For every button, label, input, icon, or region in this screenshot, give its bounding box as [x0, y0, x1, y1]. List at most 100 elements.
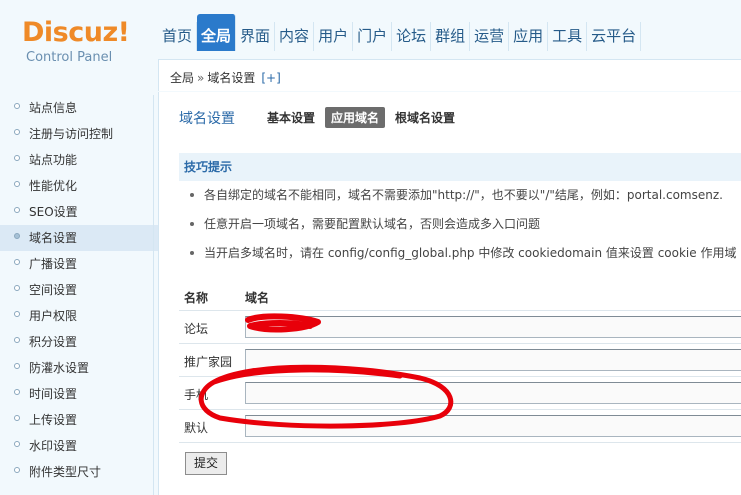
tip-text: 任意开启一项域名，需要配置默认域名，否则会造成多入口问题: [204, 217, 541, 231]
logo-text: Discuz!: [22, 17, 130, 48]
sidebar-item-watermark[interactable]: 水印设置: [0, 433, 158, 459]
sidebar-item-time[interactable]: 时间设置: [0, 381, 158, 407]
main-content: 域名设置 基本设置 应用域名 根域名设置 技巧提示 各自绑定的域名不能相同，域名…: [158, 92, 741, 495]
nav-tab-apps[interactable]: 应用: [509, 22, 549, 51]
sidebar-item-domain-settings[interactable]: 域名设置: [0, 225, 158, 251]
bullet-icon: [14, 337, 20, 343]
nav-tab-interface[interactable]: 界面: [236, 22, 276, 51]
sidebar-item-label: 积分设置: [29, 335, 78, 349]
table-row: 推广家园: [179, 344, 741, 377]
sidebar: 站点信息 注册与访问控制 站点功能 性能优化 SEO设置 域名设置 广播设置 空…: [0, 95, 158, 495]
sidebar-item-label: 站点功能: [29, 153, 78, 167]
bullet-icon: [14, 103, 20, 109]
bullet-icon: [14, 389, 20, 395]
add-shortcut-link[interactable]: [+]: [261, 71, 280, 85]
sidebar-item-attachment-types[interactable]: 附件类型尺寸: [0, 459, 158, 485]
sidebar-item-label: 防灌水设置: [29, 361, 90, 375]
tip-text: 各自绑定的域名不能相同，域名不需要添加"http://"，也不要以"/"结尾，例…: [204, 188, 723, 202]
table-row: 默认: [179, 410, 741, 443]
sidebar-item-anti-flood[interactable]: 防灌水设置: [0, 355, 158, 381]
nav-tab-operations[interactable]: 运营: [470, 22, 510, 51]
bullet-icon: [14, 233, 20, 239]
nav-tab-content[interactable]: 内容: [275, 22, 315, 51]
header: Discuz! Control Panel 首页 全局 界面 内容 用户 门户 …: [0, 0, 741, 95]
breadcrumb: 全局» 域名设置 [+]: [170, 69, 281, 86]
bullet-icon: [14, 311, 20, 317]
nav-tab-forum[interactable]: 论坛: [392, 22, 432, 51]
sidebar-item-performance[interactable]: 性能优化: [0, 173, 158, 199]
table-row: 手机: [179, 377, 741, 410]
sidebar-item-user-permissions[interactable]: 用户权限: [0, 303, 158, 329]
submit-button[interactable]: 提交: [185, 452, 227, 475]
mobile-domain-input[interactable]: [245, 382, 741, 404]
column-header-domain: 域名: [245, 291, 270, 305]
row-label: 默认: [184, 421, 209, 435]
bullet-icon: [14, 181, 20, 187]
bullet-icon: [14, 467, 20, 473]
breadcrumb-separator: »: [197, 71, 205, 85]
forum-domain-input[interactable]: [245, 316, 741, 338]
nav-tab-global[interactable]: 全局: [197, 14, 237, 51]
sidebar-item-label: 域名设置: [29, 231, 78, 245]
page-tabs: 域名设置 基本设置 应用域名 根域名设置: [179, 107, 465, 128]
tip-item: 任意开启一项域名，需要配置默认域名，否则会造成多入口问题: [179, 210, 741, 239]
bullet-icon: [14, 207, 20, 213]
sidebar-item-registration[interactable]: 注册与访问控制: [0, 121, 158, 147]
sidebar-item-label: SEO设置: [29, 205, 78, 219]
bullet-icon: [14, 259, 20, 265]
sidebar-item-label: 附件类型尺寸: [29, 465, 102, 479]
nav-tab-portal[interactable]: 门户: [353, 22, 393, 51]
sidebar-item-credits[interactable]: 积分设置: [0, 329, 158, 355]
sidebar-item-upload[interactable]: 上传设置: [0, 407, 158, 433]
tips-heading: 技巧提示: [179, 153, 741, 181]
table-header: 名称 域名: [179, 281, 741, 311]
sidebar-divider: [153, 95, 154, 495]
logo-subtitle: Control Panel: [26, 50, 113, 65]
default-domain-input[interactable]: [245, 415, 741, 437]
tip-item: 当开启多域名时，请在 config/config_global.php 中修改 …: [179, 239, 741, 268]
bullet-icon: [190, 222, 194, 226]
sidebar-item-label: 上传设置: [29, 413, 78, 427]
row-label: 论坛: [184, 322, 209, 336]
sidebar-item-label: 注册与访问控制: [29, 127, 114, 141]
nav-tab-groups[interactable]: 群组: [431, 22, 471, 51]
sidebar-item-label: 广播设置: [29, 257, 78, 271]
sidebar-item-label: 站点信息: [29, 101, 78, 115]
domain-settings-table: 名称 域名 论坛 推广家园 手机 默认: [179, 281, 741, 443]
bullet-icon: [14, 415, 20, 421]
page-title: 域名设置: [179, 110, 235, 127]
breadcrumb-bar: 全局» 域名设置 [+]: [158, 59, 741, 91]
nav-tab-users[interactable]: 用户: [314, 22, 354, 51]
column-header-name: 名称: [184, 291, 209, 305]
nav-tab-home[interactable]: 首页: [158, 22, 198, 51]
sidebar-item-label: 空间设置: [29, 283, 78, 297]
sidebar-item-label: 时间设置: [29, 387, 78, 401]
bullet-icon: [14, 129, 20, 135]
sidebar-item-site-features[interactable]: 站点功能: [0, 147, 158, 173]
top-navigation: 首页 全局 界面 内容 用户 门户 论坛 群组 运营 应用 工具 云平台: [158, 14, 642, 51]
breadcrumb-section[interactable]: 全局: [170, 71, 194, 85]
bullet-icon: [190, 193, 194, 197]
nav-tab-tools[interactable]: 工具: [548, 22, 588, 51]
tab-basic-settings[interactable]: 基本设置: [261, 107, 321, 128]
bullet-icon: [14, 155, 20, 161]
table-row: 论坛: [179, 311, 741, 344]
breadcrumb-current: 域名设置: [207, 71, 256, 85]
tip-text: 当开启多域名时，请在 config/config_global.php 中修改 …: [204, 246, 737, 260]
bullet-icon: [14, 285, 20, 291]
tab-app-domains[interactable]: 应用域名: [325, 107, 386, 128]
sidebar-item-site-info[interactable]: 站点信息: [0, 95, 158, 121]
bullet-icon: [14, 441, 20, 447]
tab-root-domain[interactable]: 根域名设置: [389, 107, 461, 128]
sidebar-item-broadcast[interactable]: 广播设置: [0, 251, 158, 277]
sidebar-item-label: 用户权限: [29, 309, 78, 323]
bullet-icon: [190, 251, 194, 255]
row-label: 手机: [184, 388, 209, 402]
promotion-domain-input[interactable]: [245, 349, 741, 371]
nav-tab-cloud[interactable]: 云平台: [587, 22, 642, 51]
discuz-logo[interactable]: Discuz! Control Panel: [22, 15, 132, 70]
row-label: 推广家园: [184, 355, 233, 369]
sidebar-item-space[interactable]: 空间设置: [0, 277, 158, 303]
sidebar-item-label: 水印设置: [29, 439, 78, 453]
sidebar-item-seo[interactable]: SEO设置: [0, 199, 158, 225]
